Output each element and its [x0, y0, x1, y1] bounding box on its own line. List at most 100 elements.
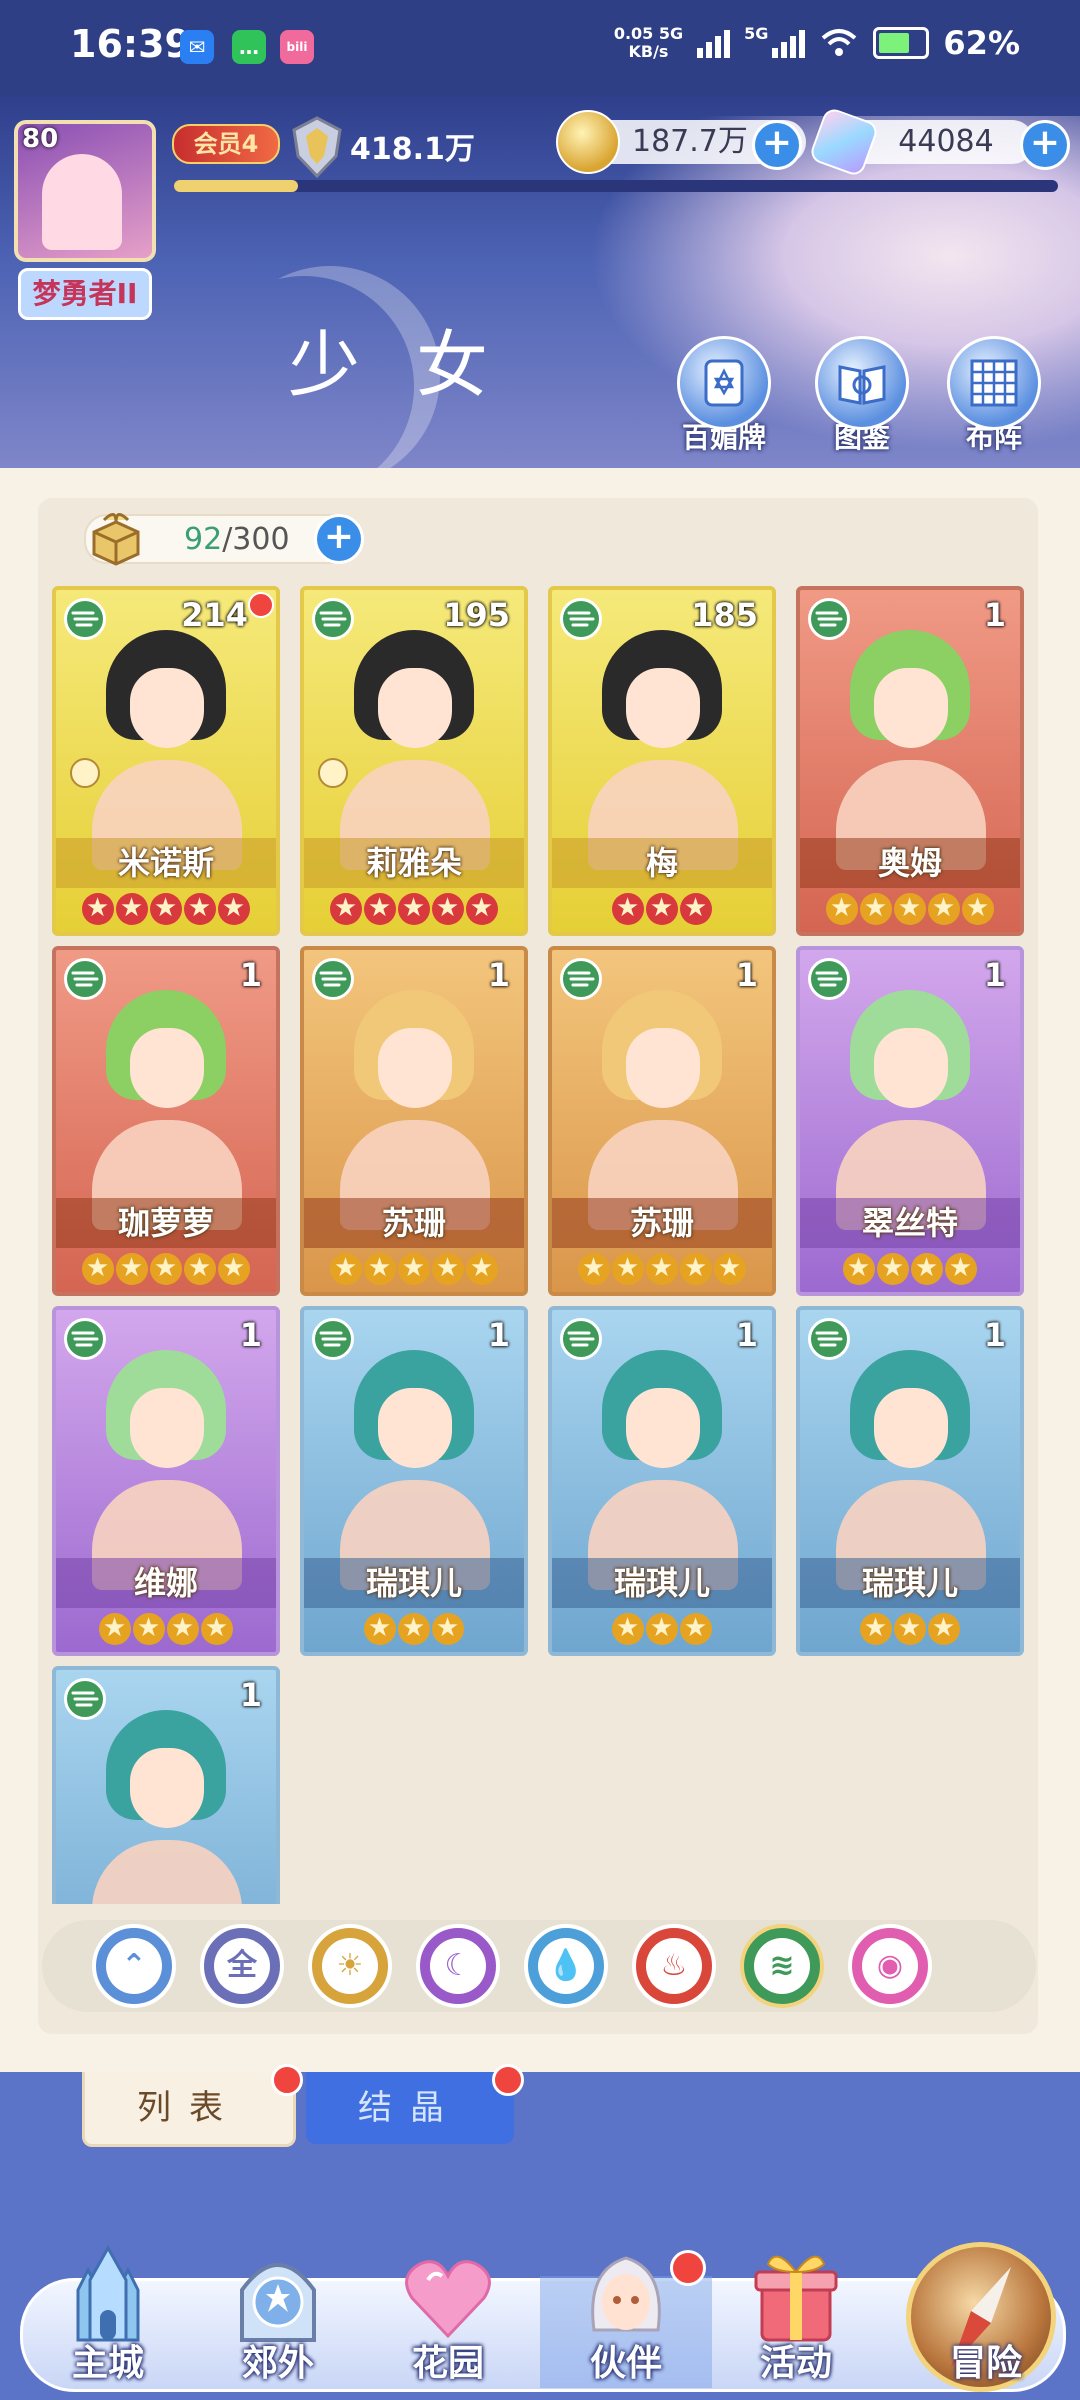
companion-card[interactable]: 195 莉雅朵: [300, 586, 528, 936]
star-icon: [82, 1252, 114, 1285]
star-icon: [826, 892, 858, 925]
nav-adventure-label: 冒险: [949, 2343, 1022, 2384]
filter-wind-button[interactable]: ≋: [740, 1924, 824, 2008]
card-name: 苏珊: [304, 1198, 524, 1248]
companion-card[interactable]: 1 珈萝萝: [52, 946, 280, 1296]
companion-card[interactable]: 1 苏珊: [300, 946, 528, 1296]
water-icon: 💧: [538, 1938, 594, 1994]
tab-list[interactable]: 列表: [82, 2064, 303, 2147]
star-icon: [612, 892, 644, 925]
status-indicators: 0.05 5G KB/s 5G 62%: [614, 24, 1020, 62]
player-title[interactable]: 梦勇者II: [18, 268, 152, 320]
nav-events[interactable]: 活动: [716, 2240, 876, 2400]
wifi-icon: [822, 29, 857, 56]
filter-sort-button[interactable]: ⌃: [92, 1924, 176, 2008]
filter-light-button[interactable]: ☀: [308, 1924, 392, 2008]
capacity-current: 92: [184, 522, 223, 557]
nav-label: 主城: [71, 2343, 144, 2384]
character-face: [626, 668, 700, 748]
card-count: 1: [239, 1676, 262, 1714]
expand-capacity-button[interactable]: +: [314, 514, 364, 564]
filter-fire-button[interactable]: ♨: [632, 1924, 716, 2008]
character-face: [130, 668, 204, 748]
star-icon: [578, 1252, 610, 1285]
nav-garden[interactable]: 花园: [368, 2240, 528, 2400]
status-time: 16:39: [70, 22, 191, 66]
companion-card[interactable]: 1 瑞琪儿: [300, 1306, 528, 1656]
star-icon: [466, 1252, 498, 1285]
signal-icon: [772, 28, 806, 58]
network-speed: 0.05 5G KB/s: [613, 24, 684, 61]
wind-element-icon: [560, 958, 602, 1000]
star-icon: [99, 1612, 131, 1645]
companion-card[interactable]: 1 奥姆: [796, 586, 1024, 936]
companion-card[interactable]: 214 米诺斯: [52, 586, 280, 936]
character-face: [130, 1028, 204, 1108]
star-icon: [860, 1612, 892, 1645]
nav-outskirts[interactable]: 郊外: [198, 2240, 358, 2400]
filter-dark-button[interactable]: ☾: [416, 1924, 500, 2008]
companion-card[interactable]: 185 梅: [548, 586, 776, 936]
filter-water-button[interactable]: 💧: [524, 1924, 608, 2008]
companion-card[interactable]: 1 瑞琪儿: [796, 1306, 1024, 1656]
companion-card[interactable]: 1: [52, 1666, 280, 1904]
notification-dot: [271, 2064, 303, 2096]
nav-main-city[interactable]: 主城: [28, 2240, 188, 2400]
capacity-max: /300: [222, 522, 290, 557]
companion-card[interactable]: 1 瑞琪儿: [548, 1306, 776, 1656]
character-face: [378, 1388, 452, 1468]
filter-spirit-button[interactable]: ◉: [848, 1924, 932, 2008]
star-icon: [432, 1612, 464, 1645]
lock-badge-icon: [318, 758, 348, 788]
card-name: 翠丝特: [800, 1198, 1020, 1248]
star-icon: [330, 1252, 362, 1285]
card-count: 1: [983, 956, 1006, 994]
companion-card[interactable]: 1 维娜: [52, 1306, 280, 1656]
wind-element-icon: [312, 598, 354, 640]
card-count: 1: [983, 596, 1006, 634]
character-face: [626, 1388, 700, 1468]
character-face: [130, 1748, 204, 1828]
star-icon: [928, 892, 960, 925]
card-count: 1: [487, 956, 510, 994]
wind-element-icon: [312, 1318, 354, 1360]
add-gem-button[interactable]: +: [1020, 120, 1070, 170]
card-icon: [677, 336, 771, 430]
vip-badge[interactable]: 会员4: [172, 124, 280, 164]
card-count: 185: [691, 596, 758, 634]
star-icon: [466, 892, 498, 925]
card-name: 米诺斯: [56, 838, 276, 888]
companion-card[interactable]: 1 翠丝特: [796, 946, 1024, 1296]
companion-card-grid: 214 米诺斯 195 莉雅朵 185 梅 1 奥姆 1 珈萝萝 1 苏珊 1 苏珊 1 翠丝特 1 维娜 1 瑞琪儿…: [52, 586, 1028, 1904]
tab-crystal-label: 结晶: [358, 2088, 462, 2128]
tab-crystal[interactable]: 结晶: [306, 2064, 524, 2144]
header-banner: 80 梦勇者II 会员4 418.1万 187.7万 + 44084 + 少女 …: [0, 96, 1080, 468]
wind-element-icon: [808, 598, 850, 640]
star-icon: [398, 1252, 430, 1285]
card-count: 1: [983, 1316, 1006, 1354]
formation-button[interactable]: 布阵: [946, 336, 1042, 456]
star-icon: [646, 892, 678, 925]
card-count: 1: [239, 956, 262, 994]
star-icon: [646, 1612, 678, 1645]
wind-element-icon: [64, 598, 106, 640]
card-button[interactable]: 百媚牌: [676, 336, 772, 456]
fire-icon: ♨: [646, 1938, 702, 1994]
star-icon: [184, 892, 216, 925]
player-level: 80: [22, 124, 59, 154]
card-name: 珈萝萝: [56, 1198, 276, 1248]
star-icon: [150, 892, 182, 925]
card-name: 莉雅朵: [304, 838, 524, 888]
card-name: 奥姆: [800, 838, 1020, 888]
star-rating: [800, 1248, 1020, 1288]
card-count: 195: [443, 596, 510, 634]
add-gold-button[interactable]: +: [752, 120, 802, 170]
capacity-text: 92/300: [184, 522, 290, 557]
nav-label: 郊外: [241, 2343, 314, 2384]
star-icon: [82, 892, 114, 925]
companion-card[interactable]: 1 苏珊: [548, 946, 776, 1296]
filter-all-button[interactable]: 全: [200, 1924, 284, 2008]
gallery-button[interactable]: 图鉴: [814, 336, 910, 456]
card-name: 梅: [552, 838, 772, 888]
star-icon: [432, 892, 464, 925]
